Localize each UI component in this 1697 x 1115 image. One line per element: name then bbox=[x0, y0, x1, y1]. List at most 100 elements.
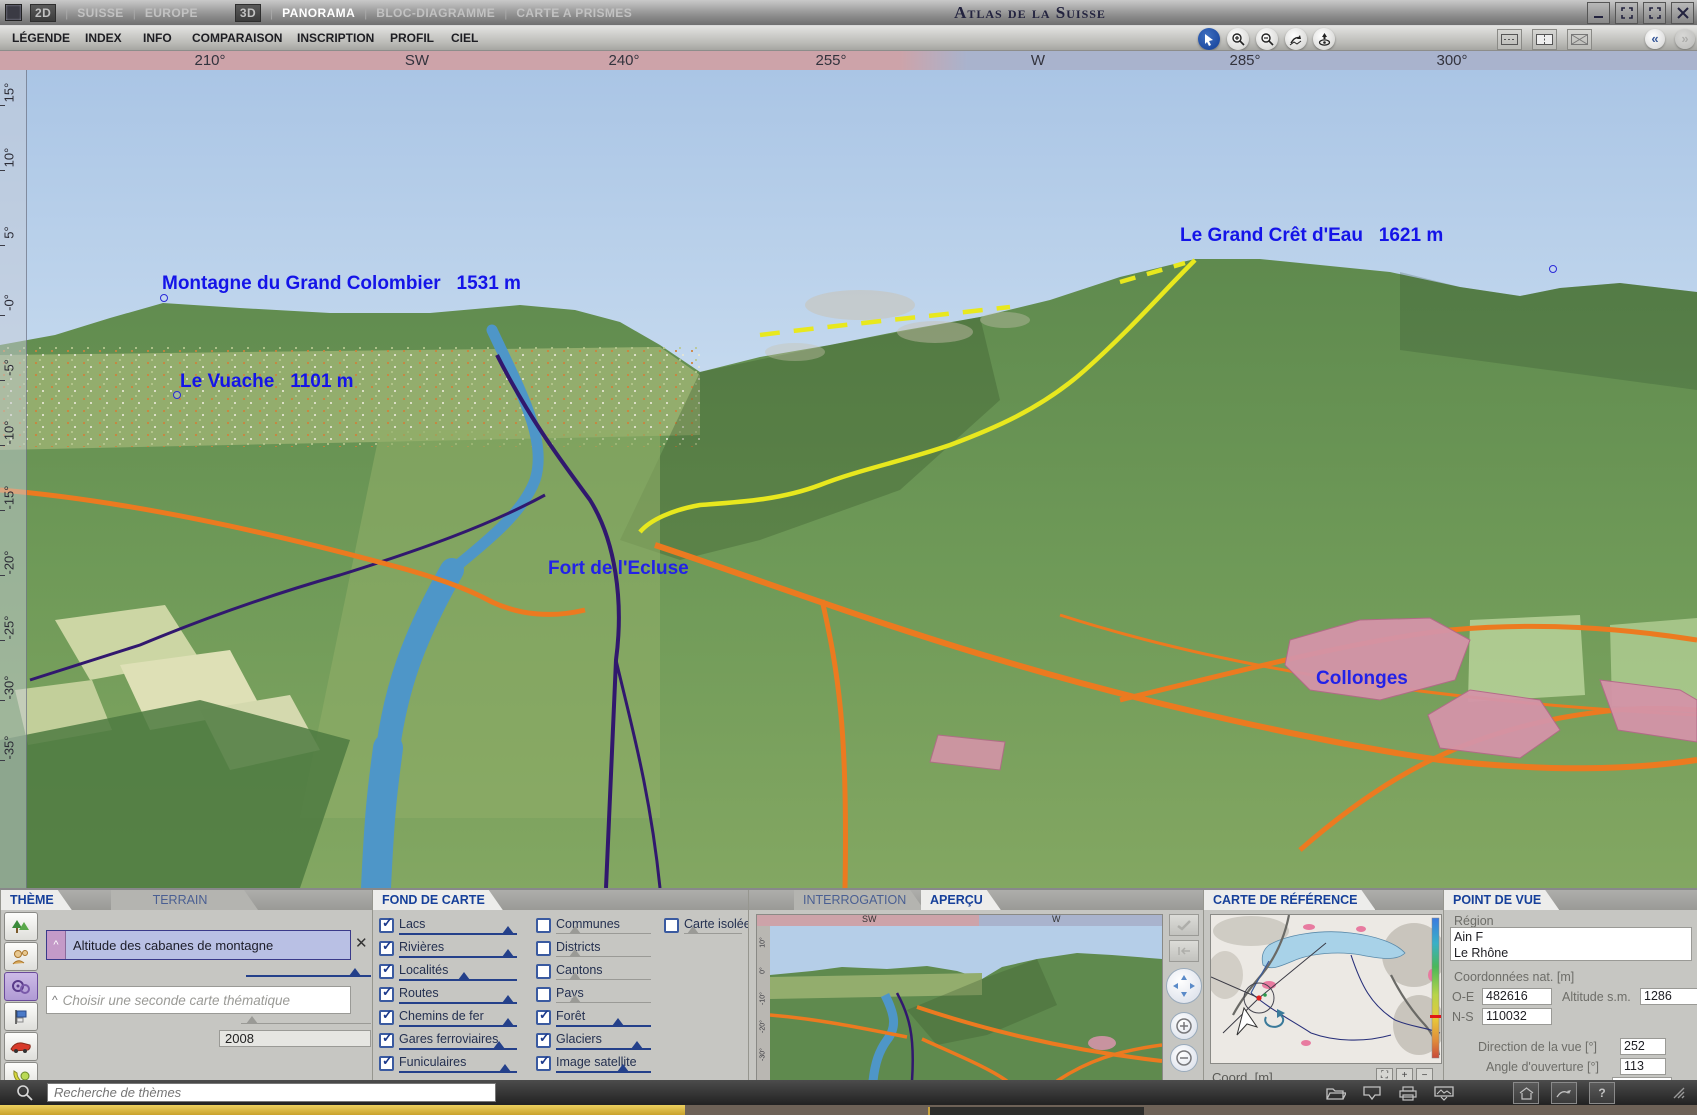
layer-slider-thumb[interactable] bbox=[502, 995, 514, 1003]
tab-terrain[interactable]: TERRAIN bbox=[111, 890, 258, 910]
year-field[interactable]: 2008 bbox=[219, 1030, 371, 1047]
tab-interrogation[interactable]: INTERROGATION bbox=[794, 890, 924, 910]
resize-grip-icon[interactable] bbox=[1667, 1083, 1691, 1103]
layer-slider-chemins-de-fer[interactable] bbox=[399, 1025, 517, 1027]
menu-item-info[interactable]: INFO bbox=[143, 31, 172, 45]
layer-slider-thumb[interactable] bbox=[493, 1041, 505, 1049]
layer-slider-communes[interactable] bbox=[556, 933, 651, 934]
direction-field[interactable]: 252 bbox=[1620, 1038, 1666, 1055]
save-view-icon[interactable] bbox=[1360, 1083, 1384, 1103]
layout-close-icon[interactable] bbox=[1567, 29, 1592, 50]
theme-transport-icon[interactable] bbox=[4, 1032, 38, 1061]
ns-field[interactable]: 110032 bbox=[1482, 1008, 1552, 1025]
top-menu-europe[interactable]: EUROPE bbox=[145, 6, 198, 20]
open-folder-icon[interactable] bbox=[1324, 1083, 1348, 1103]
layer-slider-thumb[interactable] bbox=[631, 1041, 643, 1049]
reset-view-button[interactable] bbox=[1169, 940, 1199, 962]
layer-checkbox-districts[interactable] bbox=[536, 941, 551, 956]
theme-map-select[interactable]: ^ Altitude des cabanes de montagne bbox=[46, 930, 351, 960]
layer-checkbox-carte-isol-e[interactable] bbox=[664, 918, 679, 933]
compass-bar[interactable]: 210°SW240°255°W285°300° bbox=[0, 50, 1697, 72]
layer-slider-thumb[interactable] bbox=[569, 972, 581, 980]
pan-pad-control[interactable] bbox=[1166, 968, 1202, 1004]
layer-checkbox-cantons[interactable] bbox=[536, 964, 551, 979]
menu-item-index[interactable]: INDEX bbox=[85, 31, 122, 45]
top-menu-carte-a-prismes[interactable]: CARTE A PRISMES bbox=[516, 6, 632, 20]
tab-point-de-vue[interactable]: POINT DE VUE bbox=[1444, 890, 1559, 910]
layer-slider-glaciers[interactable] bbox=[556, 1048, 651, 1050]
reference-map[interactable] bbox=[1210, 914, 1442, 1064]
layer-label-communes[interactable]: Communes bbox=[556, 917, 620, 931]
minimize-button[interactable] bbox=[1587, 2, 1610, 24]
second-theme-select[interactable]: ^ Choisir une seconde carte thématique bbox=[46, 986, 351, 1014]
pan-view-tool[interactable] bbox=[1285, 28, 1307, 50]
tab-apercu[interactable]: APERÇU bbox=[921, 890, 1001, 910]
menu-item-inscription[interactable]: INSCRIPTION bbox=[297, 31, 374, 45]
pointer-tool[interactable] bbox=[1198, 28, 1220, 50]
panorama-viewport[interactable]: 15°10°5°-0°-5°-10°-15°-20°-25°-30°-35° M… bbox=[0, 70, 1697, 888]
back-icon[interactable]: « bbox=[1645, 29, 1665, 49]
layer-label-for-t[interactable]: Forêt bbox=[556, 1009, 585, 1023]
maximize-button[interactable] bbox=[1615, 2, 1638, 24]
layer-label-routes[interactable]: Routes bbox=[399, 986, 439, 1000]
theme-vegetation-icon[interactable] bbox=[4, 912, 38, 941]
tab-fond-de-carte[interactable]: FOND DE CARTE bbox=[373, 890, 503, 910]
layer-slider-thumb[interactable] bbox=[499, 1064, 511, 1072]
layer-checkbox-funiculaires[interactable]: ✓ bbox=[379, 1056, 394, 1071]
altitude-field[interactable]: 1286 bbox=[1640, 988, 1697, 1005]
layer-slider-thumb[interactable] bbox=[612, 1018, 624, 1026]
layer-slider-pays[interactable] bbox=[556, 1002, 651, 1003]
top-menu-3d[interactable]: 3D bbox=[235, 4, 261, 22]
tab-theme[interactable]: THÈME bbox=[1, 890, 72, 910]
flight-path-icon[interactable] bbox=[1551, 1082, 1577, 1104]
layer-slider-thumb[interactable] bbox=[569, 995, 581, 1003]
layer-slider-thumb[interactable] bbox=[502, 1018, 514, 1026]
home-view-icon[interactable] bbox=[1513, 1082, 1539, 1104]
top-menu-bloc-diagramme[interactable]: BLOC-DIAGRAMME bbox=[376, 6, 495, 20]
layer-slider-image-satellite[interactable] bbox=[556, 1071, 651, 1073]
print-icon[interactable] bbox=[1396, 1083, 1420, 1103]
layer-label-glaciers[interactable]: Glaciers bbox=[556, 1032, 602, 1046]
layer-slider-carte-isol-e[interactable] bbox=[684, 933, 742, 934]
forward-icon[interactable]: » bbox=[1675, 29, 1695, 49]
layer-checkbox-pays[interactable] bbox=[536, 987, 551, 1002]
layer-checkbox-routes[interactable]: ✓ bbox=[379, 987, 394, 1002]
layer-slider-thumb[interactable] bbox=[502, 949, 514, 957]
oe-field[interactable]: 482616 bbox=[1482, 988, 1552, 1005]
layer-slider-lacs[interactable] bbox=[399, 933, 517, 935]
preview-viewport[interactable]: SW W 10°0°-10°-20°-30° bbox=[756, 914, 1163, 1082]
theme-economy-icon[interactable] bbox=[4, 972, 38, 1001]
layer-checkbox-lacs[interactable]: ✓ bbox=[379, 918, 394, 933]
layout-split-icon[interactable] bbox=[1532, 29, 1557, 50]
layer-checkbox-for-t[interactable]: ✓ bbox=[536, 1010, 551, 1025]
layer-label-funiculaires[interactable]: Funiculaires bbox=[399, 1055, 466, 1069]
theme-map-close-icon[interactable]: ✕ bbox=[355, 934, 368, 952]
layer-slider-for-t[interactable] bbox=[556, 1025, 651, 1027]
layer-slider-thumb[interactable] bbox=[458, 972, 470, 980]
zoom-out-tool[interactable] bbox=[1256, 28, 1278, 50]
layer-slider-thumb[interactable] bbox=[569, 926, 581, 934]
restore-button[interactable] bbox=[1643, 2, 1666, 24]
menu-item-l-gende[interactable]: LÉGENDE bbox=[12, 31, 70, 45]
top-menu-suisse[interactable]: SUISSE bbox=[77, 6, 123, 20]
layer-slider-districts[interactable] bbox=[556, 956, 651, 957]
theme-transparency-slider[interactable] bbox=[246, 975, 371, 977]
second-transparency-slider[interactable] bbox=[241, 1023, 371, 1024]
layer-slider-thumb[interactable] bbox=[502, 926, 514, 934]
second-transparency-thumb[interactable] bbox=[246, 1016, 258, 1024]
layer-checkbox-gares-ferroviaires[interactable]: ✓ bbox=[379, 1033, 394, 1048]
menu-item-comparaison[interactable]: COMPARAISON bbox=[192, 31, 282, 45]
layer-label-chemins-de-fer[interactable]: Chemins de fer bbox=[399, 1009, 484, 1023]
layer-label-lacs[interactable]: Lacs bbox=[399, 917, 425, 931]
angle-field[interactable]: 113 bbox=[1620, 1058, 1666, 1075]
layer-slider-thumb[interactable] bbox=[569, 949, 581, 957]
viewpoint-tool[interactable] bbox=[1313, 28, 1335, 50]
zoom-in-tool[interactable] bbox=[1227, 28, 1249, 50]
theme-politics-icon[interactable] bbox=[4, 1002, 38, 1031]
layer-slider-funiculaires[interactable] bbox=[399, 1071, 517, 1073]
layer-checkbox-glaciers[interactable]: ✓ bbox=[536, 1033, 551, 1048]
layer-label-localit-s[interactable]: Localités bbox=[399, 963, 448, 977]
layer-checkbox-localit-s[interactable]: ✓ bbox=[379, 964, 394, 979]
theme-population-icon[interactable] bbox=[4, 942, 38, 971]
apply-view-button[interactable] bbox=[1169, 914, 1199, 936]
